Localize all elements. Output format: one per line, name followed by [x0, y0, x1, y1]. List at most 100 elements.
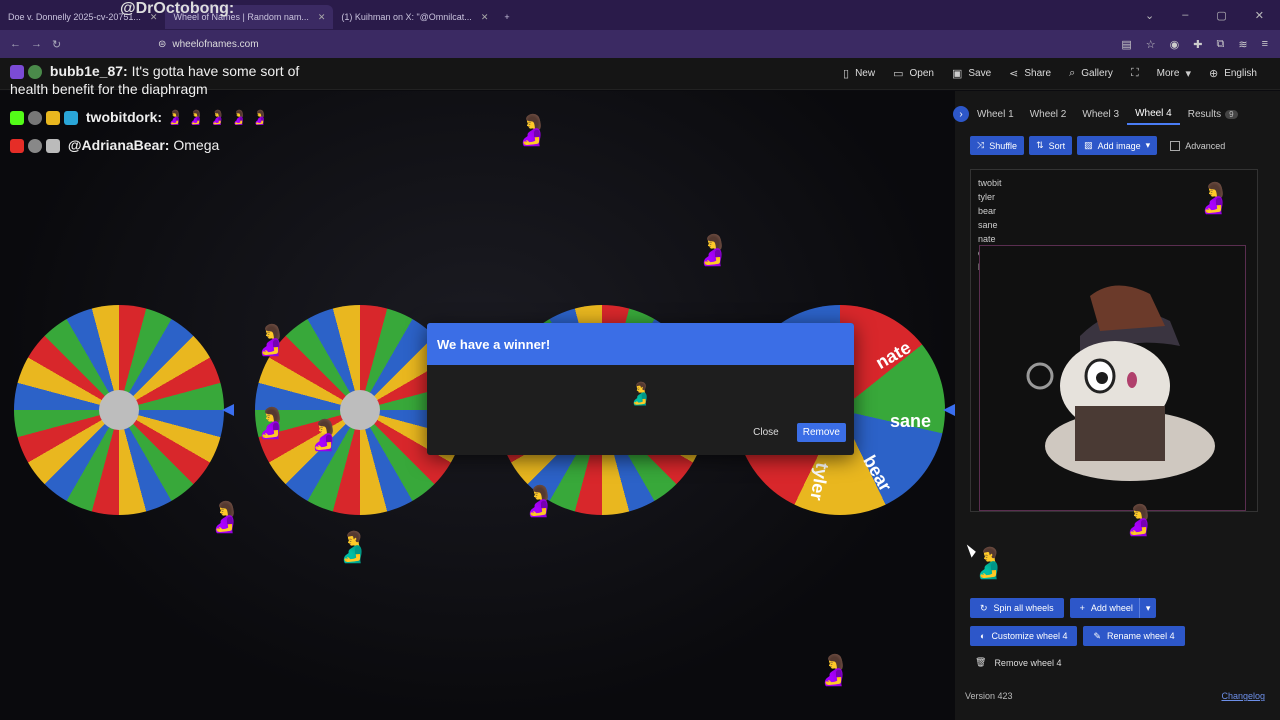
add-image-button[interactable]: ▨ Add image ▾: [1077, 136, 1158, 155]
share-button[interactable]: ⋖ Share: [1000, 67, 1060, 80]
forward-icon[interactable]: →: [31, 38, 42, 51]
sort-button[interactable]: ⇅ Sort: [1029, 136, 1073, 155]
profile-icon[interactable]: ◉: [1170, 38, 1180, 51]
crown-badge-icon: [46, 111, 60, 126]
entry-image[interactable]: [979, 245, 1246, 511]
tab-wheel-3[interactable]: Wheel 3: [1074, 103, 1127, 125]
pregnant-person-figure: 🤰: [520, 485, 558, 518]
open-button[interactable]: ▭ Open: [884, 67, 943, 80]
sidebar-icon[interactable]: ≋: [1238, 38, 1247, 51]
new-tab-button[interactable]: +: [496, 5, 517, 29]
changelog-link[interactable]: Changelog: [1221, 691, 1265, 701]
pregnant-person-figure: 🤰: [513, 114, 551, 147]
prime-badge-icon: [64, 111, 78, 126]
spin-all-wheels-button[interactable]: ↻ Spin all wheels: [970, 598, 1064, 618]
character-image: [1026, 285, 1215, 481]
save-button[interactable]: ▣ Save: [943, 67, 1000, 80]
extensions-icon[interactable]: ⧉: [1217, 38, 1225, 51]
reload-icon[interactable]: ↻: [52, 38, 61, 51]
chat-overlay: bubb1e_87: It's gotta have some sort of …: [10, 62, 300, 164]
folder-icon: ▭: [893, 68, 904, 80]
file-icon: ▯: [843, 68, 850, 80]
close-icon[interactable]: ✕: [481, 12, 489, 23]
window-controls: ⌄ – ▢ ✕: [1145, 9, 1280, 22]
browser-actions: ▤ ☆ ◉ ✚ ⧉ ≋ ≡: [1121, 38, 1280, 51]
rename-wheel-button[interactable]: ✎ Rename wheel 4: [1083, 626, 1185, 646]
wheel-pointer: [943, 404, 955, 416]
chevron-down-icon[interactable]: ⌄: [1145, 9, 1154, 22]
extension-icon[interactable]: ✚: [1193, 38, 1202, 51]
globe-icon: ⊕: [1208, 68, 1219, 80]
dialog-actions: Close Remove: [427, 423, 854, 442]
pregnant-person-figure: 🤰: [694, 234, 732, 267]
remove-wheel-button[interactable]: 🗑 Remove wheel 4: [975, 657, 1061, 668]
chevron-down-icon: ▾: [1185, 68, 1191, 80]
collapse-panel-button[interactable]: ›: [953, 106, 969, 122]
twitch-badge-icon: [10, 65, 24, 80]
fullscreen-button[interactable]: ⛶: [1122, 67, 1148, 80]
shuffle-button[interactable]: ⤨ Shuffle: [970, 136, 1025, 155]
user-badge-icon: [28, 65, 42, 80]
share-icon: ⋖: [1009, 68, 1019, 80]
wheel-4-label-sane: sane: [890, 411, 932, 431]
entries-textarea[interactable]: twobit tyler bear sane nate octo bigbad: [970, 169, 1258, 512]
wheel-actions-row-2: ◐ Customize wheel 4 ✎ Rename wheel 4: [970, 626, 1185, 646]
maximize-icon[interactable]: ▢: [1216, 9, 1226, 22]
tab-wheel-4[interactable]: Wheel 4: [1127, 103, 1180, 125]
palette-icon: ◐: [980, 631, 986, 641]
advanced-checkbox[interactable]: Advanced: [1170, 140, 1225, 151]
save-icon: ▣: [951, 68, 963, 80]
pencil-icon: ✎: [1093, 630, 1102, 641]
pregnant-person-figure: 🤰: [1195, 182, 1233, 215]
screen: Doe v. Donnelly 2025-cv-20751... ✕ Wheel…: [0, 0, 1280, 720]
tab-results[interactable]: Results 9: [1180, 103, 1246, 125]
plus-icon: +: [1079, 603, 1085, 613]
pregnant-person-figure: 🤰: [252, 407, 290, 440]
site-info-icon[interactable]: ⊜: [158, 39, 166, 50]
chevron-down-icon[interactable]: ▾: [1138, 598, 1157, 618]
back-icon[interactable]: ←: [10, 38, 21, 51]
search-icon: ⌕: [1069, 67, 1076, 79]
results-count-badge: 9: [1225, 109, 1238, 119]
chat-message: twobitdork: 🤰 🤰 🤰 🤰 🤰: [10, 108, 300, 126]
url-field[interactable]: ⊜ wheelofnames.com: [158, 39, 259, 50]
overlay-username: @DrOctobong:: [120, 0, 235, 17]
chat-message: bubb1e_87: It's gotta have some sort of …: [10, 63, 300, 97]
close-window-icon[interactable]: ✕: [1255, 9, 1264, 22]
pregnant-person-figure: 🤰: [1120, 504, 1158, 537]
entries-toolbar: ⤨ Shuffle ⇅ Sort ▨ Add image ▾ Advanced: [970, 136, 1225, 155]
chat-message: @AdrianaBear: Omega: [10, 136, 300, 154]
gallery-button[interactable]: ⌕ Gallery: [1060, 67, 1122, 80]
image-icon: ▨: [1084, 140, 1093, 150]
star-icon[interactable]: ☆: [1146, 38, 1156, 51]
remove-button[interactable]: Remove: [796, 423, 846, 442]
pregnant-person-figure: 🤰: [206, 501, 244, 534]
list-item: sane: [978, 220, 998, 230]
wheel-hub[interactable]: [99, 390, 139, 430]
customize-wheel-button[interactable]: ◐ Customize wheel 4: [970, 626, 1078, 646]
wheel-actions-row-1: ↻ Spin all wheels + Add wheel ▾: [970, 598, 1157, 618]
tab-label: (1) Kuihman on X: "@Omnilcat...: [341, 12, 472, 22]
language-button[interactable]: ⊕ English: [1200, 67, 1266, 80]
minimize-icon[interactable]: –: [1182, 9, 1188, 22]
close-icon[interactable]: ✕: [318, 12, 326, 23]
chevron-right-icon: ›: [959, 108, 963, 120]
version-label: Version 423: [965, 691, 1013, 701]
new-button[interactable]: ▯ New: [834, 67, 884, 80]
menu-icon[interactable]: ≡: [1262, 38, 1268, 51]
sort-icon: ⇅: [1036, 140, 1044, 150]
wheel-pointer: [222, 404, 234, 416]
wheel-1[interactable]: [14, 305, 224, 515]
browser-tab-3[interactable]: (1) Kuihman on X: "@Omnilcat... ✕: [333, 5, 496, 29]
more-button[interactable]: More ▾: [1148, 67, 1200, 80]
wheel-hub[interactable]: [340, 390, 380, 430]
close-button[interactable]: Close: [745, 423, 787, 442]
tab-wheel-2[interactable]: Wheel 2: [1022, 103, 1075, 125]
add-wheel-button[interactable]: + Add wheel ▾: [1069, 598, 1157, 618]
checkbox-box[interactable]: [1170, 140, 1181, 151]
user-badge-icon: [28, 111, 42, 126]
tab-wheel-1[interactable]: Wheel 1: [969, 103, 1022, 125]
winner-value: 🫃: [626, 381, 655, 406]
nav-icons: ← → ↻: [0, 38, 150, 51]
reader-icon[interactable]: ▤: [1121, 38, 1131, 51]
